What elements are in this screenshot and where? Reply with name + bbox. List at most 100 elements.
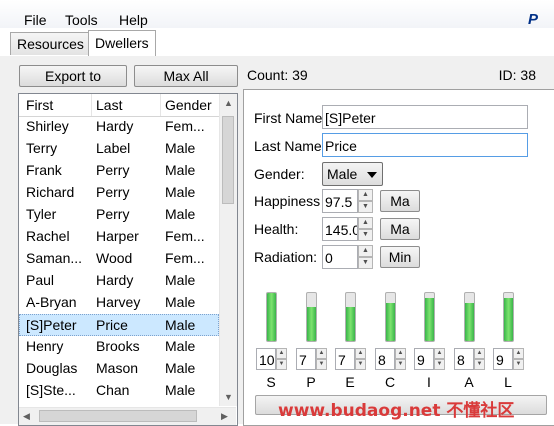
special-stepper[interactable]: ▲ ▼ — [316, 348, 327, 370]
table-row[interactable]: Terry Label Male — [19, 138, 219, 160]
scroll-right-icon[interactable]: ▶ — [221, 411, 228, 422]
special-gauge-p — [306, 292, 317, 342]
menu-tools[interactable]: Tools — [65, 12, 98, 28]
happiness-stepper[interactable]: ▲ ▼ — [358, 189, 373, 213]
special-gauge-fill — [465, 302, 474, 341]
header-last[interactable]: Last — [96, 97, 122, 113]
menu-file[interactable]: File — [24, 12, 47, 28]
last-name-label: Last Name — [254, 138, 322, 154]
special-value-field[interactable]: 10 — [256, 348, 276, 370]
gender-label: Gender: — [254, 166, 305, 182]
cell-first: Shirley — [26, 118, 69, 134]
cell-gender: Male — [165, 206, 196, 222]
cell-last: Hardy — [96, 272, 134, 288]
special-value-field[interactable]: 9 — [414, 348, 434, 370]
table-row[interactable]: Paul Hardy Male — [19, 270, 219, 292]
special-stepper[interactable]: ▲ ▼ — [276, 348, 287, 370]
watermark: www.budaog.net 不懂社区 — [278, 401, 515, 421]
table-row[interactable]: [S]Ste... Chan Male — [19, 380, 219, 402]
table-row[interactable]: Tyler Perry Male — [19, 204, 219, 226]
special-value-field[interactable]: 8 — [454, 348, 474, 370]
vertical-scroll-thumb[interactable] — [222, 116, 234, 204]
radiation-label: Radiation: — [254, 249, 318, 265]
horizontal-scrollbar[interactable]: ◀ ▶ — [19, 407, 236, 425]
scroll-left-icon[interactable]: ◀ — [23, 411, 30, 422]
happiness-label: Happiness — [254, 193, 321, 209]
tab-resources[interactable]: Resources — [10, 32, 91, 55]
cell-last: Harper — [96, 228, 139, 244]
cell-gender: Male — [165, 140, 196, 156]
cell-last: Label — [96, 140, 131, 156]
health-field[interactable]: 145.0 — [322, 217, 358, 241]
table-row[interactable]: Frank Perry Male — [19, 160, 219, 182]
cell-first: [S]Ste... — [26, 382, 76, 398]
happiness-field[interactable]: 97.5 — [322, 189, 358, 213]
gender-select[interactable]: Male — [322, 162, 383, 186]
scroll-up-icon[interactable]: ▲ — [224, 98, 233, 108]
cell-first: Rachel — [26, 228, 70, 244]
cell-last: Wood — [96, 250, 133, 266]
special-letter: I — [427, 374, 431, 390]
cell-first: Henry — [26, 338, 64, 354]
table-row[interactable]: Saman... Wood Fem... — [19, 248, 219, 270]
table-row[interactable]: A-Bryan Harvey Male — [19, 292, 219, 314]
vertical-scrollbar[interactable]: ▲ ▼ — [219, 94, 237, 406]
special-value-field[interactable]: 9 — [493, 348, 513, 370]
special-value-field[interactable]: 7 — [296, 348, 316, 370]
health-label: Health: — [254, 221, 299, 237]
special-gauge-i — [424, 292, 435, 342]
special-stepper[interactable]: ▲ ▼ — [434, 348, 445, 370]
special-stepper[interactable]: ▲ ▼ — [474, 348, 485, 370]
special-stepper[interactable]: ▲ ▼ — [513, 348, 524, 370]
cell-gender: Fem... — [165, 118, 205, 134]
dweller-list[interactable]: First Last Gender Shirley Hardy Fem... Terr… — [18, 93, 238, 426]
horizontal-scroll-thumb[interactable] — [39, 410, 197, 422]
paypal-icon[interactable]: P — [528, 12, 542, 28]
cell-first: Richard — [26, 184, 75, 200]
table-row[interactable]: Henry Brooks Male — [19, 336, 219, 358]
special-gauge-a — [464, 292, 475, 342]
cell-gender: Fem... — [165, 228, 205, 244]
health-max-button[interactable]: Ma — [380, 218, 420, 240]
cell-first: [S]Peter — [26, 317, 77, 333]
cell-last: Harvey — [96, 294, 141, 310]
special-gauge-c — [385, 292, 396, 342]
tab-dwellers[interactable]: Dwellers — [88, 30, 156, 57]
cell-gender: Male — [165, 360, 196, 376]
health-stepper[interactable]: ▲ ▼ — [358, 217, 373, 241]
cell-gender: Male — [165, 184, 196, 200]
cell-first: Paul — [26, 272, 55, 288]
radiation-min-button[interactable]: Min — [380, 246, 420, 268]
menu-help[interactable]: Help — [119, 12, 148, 28]
table-row[interactable]: Shirley Hardy Fem... — [19, 116, 219, 138]
special-value-field[interactable]: 8 — [375, 348, 395, 370]
cell-gender: Male — [165, 338, 196, 354]
happiness-max-button[interactable]: Ma — [380, 190, 420, 212]
table-row[interactable]: Douglas Mason Male — [19, 358, 219, 380]
last-name-field[interactable]: Price — [322, 133, 528, 157]
table-row[interactable]: Richard Perry Male — [19, 182, 219, 204]
table-row[interactable]: Rachel Harper Fem... — [19, 226, 219, 248]
cell-first: Tyler — [26, 206, 57, 222]
cell-last: Perry — [96, 162, 130, 178]
cell-gender: Male — [165, 272, 196, 288]
max-all-button[interactable]: Max All — [134, 65, 238, 87]
dweller-count: Count: 39 — [247, 67, 308, 83]
scroll-down-icon[interactable]: ▼ — [224, 392, 233, 402]
export-button[interactable]: Export to — [19, 65, 127, 87]
radiation-stepper[interactable]: ▲ ▼ — [358, 245, 373, 269]
special-value-field[interactable]: 7 — [335, 348, 355, 370]
radiation-field[interactable]: 0 — [322, 245, 358, 269]
cell-last: Perry — [96, 184, 130, 200]
first-name-field[interactable]: [S]Peter — [322, 105, 528, 129]
first-name-label: First Name — [254, 110, 323, 126]
cell-first: A-Bryan — [26, 294, 77, 310]
cell-gender: Male — [165, 317, 196, 333]
special-stepper[interactable]: ▲ ▼ — [395, 348, 406, 370]
header-gender[interactable]: Gender — [165, 97, 212, 113]
cell-gender: Male — [165, 382, 196, 398]
header-first[interactable]: First — [26, 97, 53, 113]
table-row[interactable]: [S]Peter Price Male — [19, 314, 219, 336]
cell-last: Brooks — [96, 338, 140, 354]
special-stepper[interactable]: ▲ ▼ — [355, 348, 366, 370]
